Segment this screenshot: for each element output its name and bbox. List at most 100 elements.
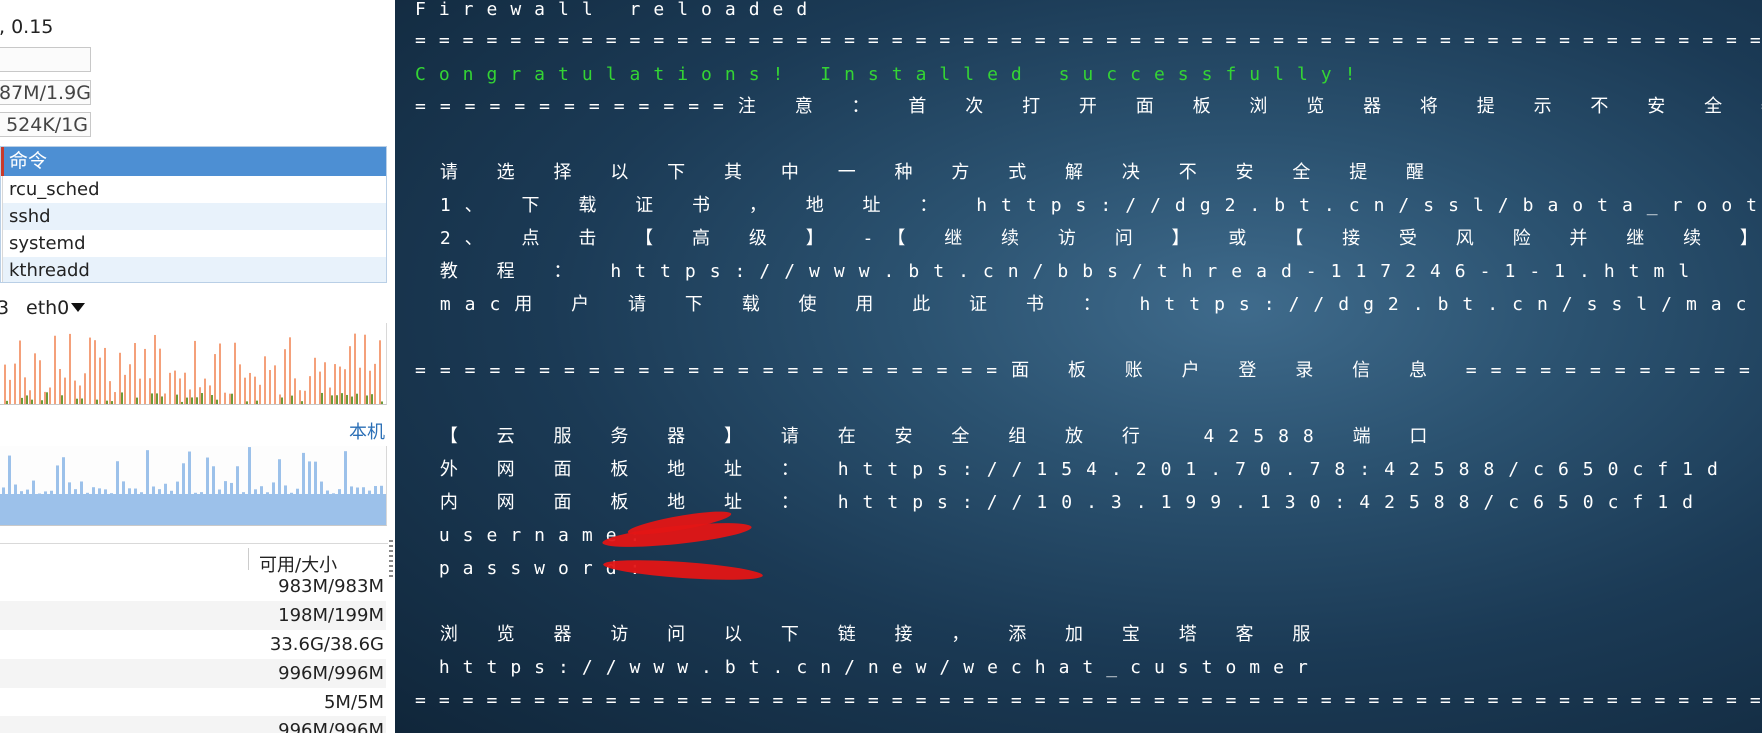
net-upload-bar	[344, 369, 346, 404]
net-upload-bar	[294, 378, 296, 404]
net-download-bar	[246, 401, 248, 404]
net-upload-bar	[154, 334, 156, 404]
net-upload-bar	[224, 392, 226, 404]
network-interface-select[interactable]: eth0	[26, 297, 69, 319]
net-download-bar	[6, 400, 8, 404]
process-row[interactable]: sshd	[2, 203, 386, 230]
net-download-bar	[186, 397, 188, 404]
io-activity-bar	[218, 489, 221, 494]
io-activity-bar	[278, 459, 281, 494]
net-upload-bar	[149, 378, 151, 404]
io-activity-bar	[284, 485, 287, 494]
column-separator[interactable]	[248, 548, 249, 570]
net-upload-bar	[164, 393, 166, 404]
net-upload-bar	[284, 349, 286, 404]
splitter-handle[interactable]	[389, 540, 393, 580]
net-upload-bar	[89, 337, 91, 404]
io-activity-bar	[236, 466, 239, 494]
net-upload-bar	[129, 364, 131, 404]
net-upload-bar	[34, 353, 36, 404]
net-upload-bar	[309, 376, 311, 404]
io-activity-bar	[56, 465, 59, 494]
local-machine-link[interactable]: 本机	[349, 418, 385, 444]
terminal-line: mac用 户 请 下 载 使 用 此 证 书 ： https://dg2.bt.…	[415, 294, 1762, 315]
terminal-line: ========================================…	[415, 30, 1762, 51]
io-activity-bar	[206, 457, 209, 494]
io-activity-bar	[80, 481, 83, 494]
io-activity-bar	[230, 482, 233, 494]
net-upload-bar	[114, 392, 116, 404]
disk-row: 996M/996M	[0, 716, 386, 733]
net-upload-bar	[319, 371, 321, 404]
process-table: 命令 rcu_sched sshd systemd kthreadd	[0, 146, 387, 283]
net-download-bar	[76, 398, 78, 404]
terminal-line: Firewall reloaded	[415, 0, 821, 20]
io-activity-bar	[254, 489, 257, 494]
io-activity-bar	[200, 492, 203, 494]
io-activity-bar	[212, 466, 215, 494]
disk-row: 5M/5M	[323, 692, 384, 713]
io-activity-bar	[302, 452, 305, 494]
net-upload-bar	[99, 357, 101, 404]
net-upload-bar	[104, 347, 106, 404]
net-upload-bar	[274, 365, 276, 404]
process-row[interactable]: kthreadd	[2, 257, 386, 282]
chevron-down-icon[interactable]	[71, 303, 85, 312]
io-activity-bar	[194, 492, 197, 494]
net-upload-bar	[289, 337, 291, 404]
io-activity-bar	[2, 487, 5, 494]
disk-row: 996M/996M	[0, 659, 386, 688]
io-activity-bar	[368, 490, 371, 494]
net-download-bar	[366, 395, 368, 404]
net-upload-bar	[44, 391, 46, 404]
io-activity-bar	[176, 481, 179, 494]
net-upload-bar	[264, 356, 266, 404]
io-activity-bar	[338, 489, 341, 494]
net-upload-bar	[19, 340, 21, 404]
net-upload-bar	[109, 381, 111, 404]
terminal-line: 内 网 面 板 地 址 ： https://10.3.199.130:42588…	[415, 492, 1707, 513]
net-download-bar	[356, 393, 358, 404]
io-activity-bar	[224, 481, 227, 494]
load-average-text: , 0.15	[0, 16, 54, 38]
io-activity-bar	[356, 487, 359, 494]
io-activity-bar	[380, 485, 383, 494]
terminal-window[interactable]: Firewall reloaded ======================…	[395, 0, 1762, 733]
net-upload-bar	[254, 376, 256, 404]
net-upload-bar	[39, 360, 41, 404]
io-activity-bar	[326, 490, 329, 494]
process-column-header[interactable]: 命令	[1, 147, 386, 176]
net-upload-bar	[29, 390, 31, 404]
io-activity-bar	[26, 489, 29, 494]
terminal-line: 浏 览 器 访 问 以 下 链 接 ， 添 加 宝 塔 客 服	[415, 624, 1325, 645]
net-upload-bar	[219, 343, 221, 404]
io-activity-bar	[242, 492, 245, 494]
io-activity-bar	[344, 451, 347, 494]
net-download-bar	[351, 396, 353, 404]
net-upload-bar	[214, 354, 216, 404]
net-upload-bar	[94, 340, 96, 404]
terminal-line: 【 云 服 务 器 】 请 在 安 全 组 放 行 42588 端 口	[415, 426, 1442, 447]
process-row[interactable]: rcu_sched	[2, 176, 386, 203]
net-prefix-text: 3	[0, 297, 10, 319]
net-upload-bar	[359, 367, 361, 404]
net-upload-bar	[14, 363, 16, 404]
net-download-bar	[176, 394, 178, 404]
terminal-line: 1、 下 载 证 书 ， 地 址 ： https://dg2.bt.cn/ssl…	[439, 195, 1762, 216]
terminal-line: 教 程 ： https://www.bt.cn/bbs/thread-11724…	[415, 261, 1704, 282]
net-download-bar	[106, 400, 108, 404]
net-download-bar	[256, 400, 258, 404]
net-download-bar	[96, 399, 98, 404]
terminal-line: 2、 点 击 【 高 级 】 -【 继 续 访 问 】 或 【 接 受 风 险 …	[415, 228, 1762, 249]
io-activity-bar	[116, 461, 119, 494]
net-upload-bar	[379, 340, 381, 404]
process-row[interactable]: systemd	[2, 230, 386, 257]
terminal-line: =============注 意 ： 首 次 打 开 面 板 浏 览 器 将 提…	[415, 96, 1762, 117]
io-activity-bar	[140, 492, 143, 494]
terminal-line: 外 网 面 板 地 址 ： https://154.201.70.78:4258…	[415, 459, 1732, 480]
net-download-bar	[291, 395, 293, 404]
io-activity-bar	[134, 488, 137, 494]
io-activity-bar	[164, 483, 167, 494]
disk-row: 198M/199M	[0, 601, 386, 630]
net-upload-bar	[314, 357, 316, 404]
